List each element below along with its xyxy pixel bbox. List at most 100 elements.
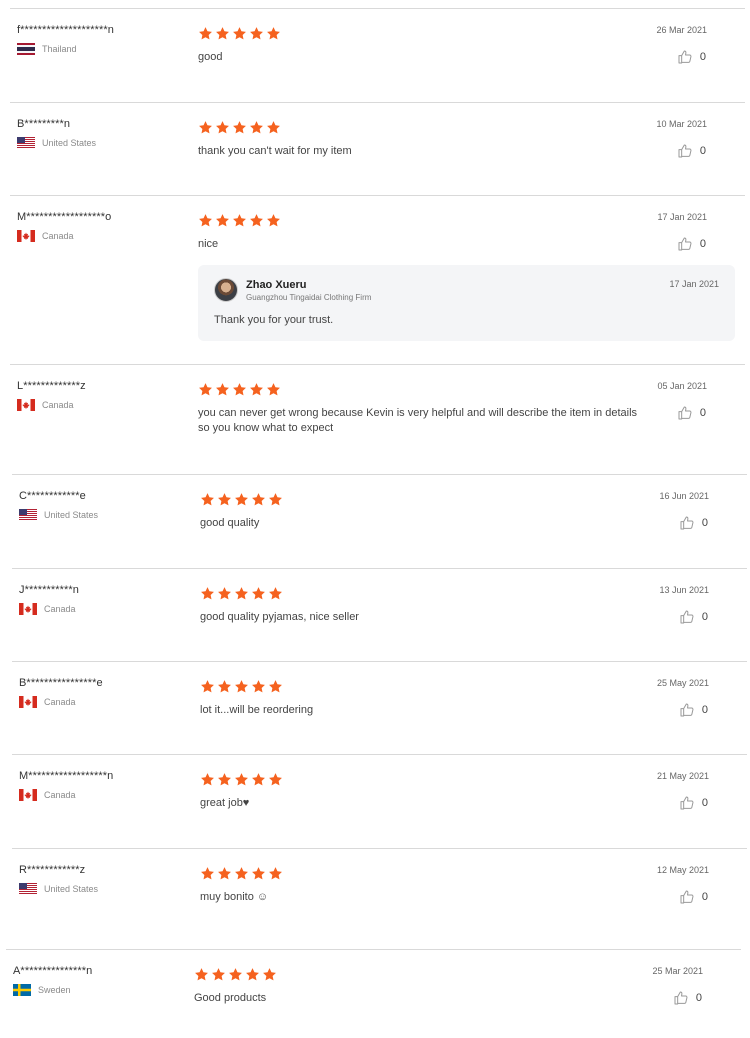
star-icon xyxy=(201,493,214,506)
helpful-count: 0 xyxy=(701,797,708,809)
review-date: 21 May 2021 xyxy=(656,771,709,781)
review-item: B****************e Canada lot it...will be… xyxy=(12,661,747,754)
review-item: B*********n United States thank you can't … xyxy=(10,102,745,195)
star-icon xyxy=(252,587,265,600)
reviewer-country: Canada xyxy=(19,695,189,708)
country-name: Canada xyxy=(42,230,74,241)
review-text: muy bonito ☺ xyxy=(200,891,269,903)
helpful-button[interactable]: 0 xyxy=(679,795,708,811)
review-item: A***************n Sweden Good products 25 M… xyxy=(6,949,741,1038)
star-icon xyxy=(216,27,229,40)
review-text: thank you can't wait for my item xyxy=(198,145,352,157)
star-icon xyxy=(218,680,231,693)
reviewer-name: C************e xyxy=(19,490,86,502)
review-item: M******************n Canada great job♥ 21 M… xyxy=(12,754,747,848)
review-date: 13 Jun 2021 xyxy=(659,585,709,595)
review-date: 16 Jun 2021 xyxy=(659,491,709,501)
star-icon xyxy=(269,493,282,506)
star-icon xyxy=(267,383,280,396)
thailand-flag-icon xyxy=(17,42,35,55)
helpful-button[interactable]: 0 xyxy=(679,702,708,718)
helpful-button[interactable]: 0 xyxy=(673,990,702,1006)
helpful-button[interactable]: 0 xyxy=(679,889,708,905)
helpful-count: 0 xyxy=(699,407,706,419)
star-icon xyxy=(267,214,280,227)
helpful-button[interactable]: 0 xyxy=(677,143,706,159)
thumbs-up-icon xyxy=(678,406,692,420)
review-item: L*************z Canada you can never get w… xyxy=(10,364,745,474)
helpful-count: 0 xyxy=(699,51,706,63)
star-icon xyxy=(252,867,265,880)
star-icon xyxy=(199,214,212,227)
star-rating xyxy=(200,679,283,694)
review-text: you can never get wrong because Kevin is… xyxy=(198,407,638,434)
helpful-button[interactable]: 0 xyxy=(677,236,706,252)
review-item: R************z United States muy bonito ☺ 1… xyxy=(12,848,747,949)
star-icon xyxy=(233,383,246,396)
canada-flag-icon xyxy=(17,398,35,411)
review-item: f********************n Thailand good 26 Mar… xyxy=(10,8,745,102)
star-icon xyxy=(201,773,214,786)
reviewer-country: Sweden xyxy=(13,983,183,996)
reviewer-info: B****************e Canada xyxy=(19,677,189,708)
reviewer-name: J***********n xyxy=(19,584,80,596)
reviewer-country: Canada xyxy=(17,229,187,242)
star-icon xyxy=(233,27,246,40)
star-rating xyxy=(200,586,283,601)
thumbs-up-icon xyxy=(680,516,694,530)
helpful-count: 0 xyxy=(699,238,706,250)
review-date: 17 Jan 2021 xyxy=(657,212,707,222)
helpful-button[interactable]: 0 xyxy=(677,405,706,421)
star-icon xyxy=(233,214,246,227)
star-icon xyxy=(201,867,214,880)
star-rating xyxy=(198,213,281,228)
thumbs-up-icon xyxy=(680,610,694,624)
reviewer-name: B*********n xyxy=(17,118,71,130)
seller-reply: Zhao Xueru Guangzhou Tingaidai Clothing F… xyxy=(198,265,735,341)
star-rating xyxy=(198,120,281,135)
star-icon xyxy=(267,121,280,134)
star-icon xyxy=(235,680,248,693)
review-text: Good products xyxy=(194,992,267,1004)
star-icon xyxy=(201,587,214,600)
star-icon xyxy=(263,968,276,981)
helpful-count: 0 xyxy=(701,891,708,903)
country-name: Canada xyxy=(44,603,76,614)
helpful-button[interactable]: 0 xyxy=(679,515,708,531)
reviewer-name: M******************n xyxy=(19,770,114,782)
helpful-count: 0 xyxy=(701,704,708,716)
reviewer-info: C************e United States xyxy=(19,490,189,521)
helpful-count: 0 xyxy=(701,611,708,623)
star-icon xyxy=(269,773,282,786)
review-text: lot it...will be reordering xyxy=(200,704,314,716)
review-item: J***********n Canada good quality pyjamas,… xyxy=(12,568,747,661)
star-icon xyxy=(269,587,282,600)
us-flag-icon xyxy=(19,882,37,895)
review-text: good quality pyjamas, nice seller xyxy=(200,611,359,623)
star-icon xyxy=(235,587,248,600)
review-item: C************e United States good quality 1… xyxy=(12,474,747,568)
reply-text: Thank you for your trust. xyxy=(214,314,334,326)
star-icon xyxy=(199,27,212,40)
star-icon xyxy=(252,773,265,786)
star-icon xyxy=(216,383,229,396)
star-icon xyxy=(218,867,231,880)
thumbs-up-icon xyxy=(680,796,694,810)
reviewer-info: M******************o Canada xyxy=(17,211,187,242)
star-icon xyxy=(235,867,248,880)
star-icon xyxy=(250,383,263,396)
star-rating xyxy=(194,967,277,982)
helpful-button[interactable]: 0 xyxy=(677,49,706,65)
reviewer-country: United States xyxy=(19,508,189,521)
star-rating xyxy=(200,772,283,787)
reviewer-info: R************z United States xyxy=(19,864,189,895)
helpful-button[interactable]: 0 xyxy=(679,609,708,625)
reply-date: 17 Jan 2021 xyxy=(669,279,719,289)
star-icon xyxy=(252,680,265,693)
star-icon xyxy=(267,27,280,40)
star-icon xyxy=(195,968,208,981)
star-icon xyxy=(233,121,246,134)
helpful-count: 0 xyxy=(695,992,702,1004)
review-date: 26 Mar 2021 xyxy=(656,25,707,35)
country-name: Thailand xyxy=(42,43,77,54)
